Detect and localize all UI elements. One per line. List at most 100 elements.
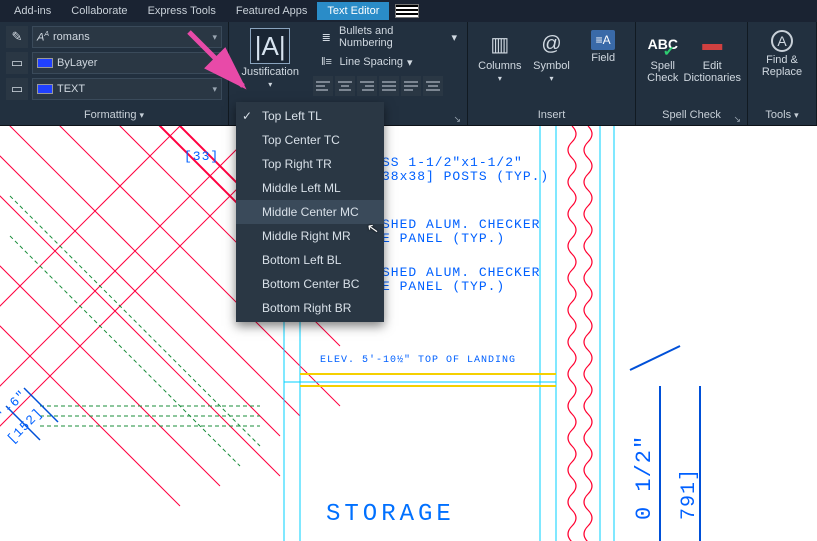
layer-combo[interactable]: ByLayer ▾	[32, 52, 222, 74]
justification-label: Justification	[241, 66, 298, 78]
panel-title-insert: Insert	[468, 105, 635, 125]
columns-label: Columns	[478, 60, 521, 72]
symbol-button[interactable]: @ Symbol ▾	[526, 26, 578, 83]
menu-item-bottom-right[interactable]: Bottom Right BR	[236, 296, 384, 320]
check-icon: ✓	[242, 109, 252, 123]
find-replace-label: Find & Replace	[762, 54, 802, 78]
chevron-down-icon: ▾	[550, 74, 554, 83]
find-replace-icon: A	[771, 30, 793, 52]
columns-icon: ▥	[486, 30, 514, 58]
align-distribute-button[interactable]	[401, 76, 421, 96]
find-replace-button[interactable]: A Find & Replace	[754, 26, 810, 78]
color-swatch-icon	[37, 58, 53, 68]
tab-express-tools[interactable]: Express Tools	[138, 2, 226, 20]
menu-item-top-center[interactable]: Top Center TC	[236, 128, 384, 152]
field-icon: ≡A	[591, 30, 615, 50]
cad-drawing: [33] SS 1-1/2"x1-1/2" 38x38] POSTS (TYP.…	[0, 126, 817, 541]
layer-name: ByLayer	[57, 57, 208, 69]
columns-button[interactable]: ▥ Columns ▾	[474, 26, 526, 83]
align-right-button[interactable]	[357, 76, 377, 96]
menu-item-middle-left[interactable]: Middle Left ML	[236, 176, 384, 200]
cad-text-alum2: E PANEL (TYP.)	[382, 231, 505, 246]
align-default-button[interactable]	[423, 76, 443, 96]
panel-title-label: Tools	[765, 109, 791, 121]
tab-collaborate[interactable]: Collaborate	[61, 2, 137, 20]
layer-icon[interactable]: ▭	[6, 52, 28, 74]
align-justify-button[interactable]	[379, 76, 399, 96]
chevron-down-icon: ▾	[498, 74, 502, 83]
menu-item-label: Top Center TC	[262, 133, 340, 147]
tab-text-editor[interactable]: Text Editor	[317, 2, 389, 20]
menu-item-bottom-left[interactable]: Bottom Left BL	[236, 248, 384, 272]
cursor-icon: ↖	[366, 219, 381, 238]
field-button[interactable]: ≡A Field	[577, 26, 629, 64]
tab-addins[interactable]: Add-ins	[4, 2, 61, 20]
cad-text-posts2: 38x38] POSTS (TYP.)	[382, 169, 549, 184]
match-icon[interactable]: ✎	[6, 26, 28, 48]
menu-item-label: Bottom Center BC	[262, 277, 359, 291]
cad-label-33: [33]	[184, 149, 219, 164]
spellcheck-button[interactable]: ABC✔ Spell Check	[642, 26, 684, 84]
chevron-down-icon: ▾	[212, 32, 217, 43]
dictionaries-button[interactable]: ▬ Edit Dictionaries	[684, 26, 741, 84]
chevron-down-icon: ▾	[268, 80, 272, 89]
symbol-icon: @	[538, 30, 566, 58]
menu-item-top-right[interactable]: Top Right TR	[236, 152, 384, 176]
book-icon: ▬	[698, 30, 726, 58]
style-icon[interactable]: ▭	[6, 78, 28, 100]
justification-menu: ✓Top Left TL Top Center TC Top Right TR …	[236, 102, 384, 322]
spellcheck-icon: ABC✔	[649, 30, 677, 58]
menu-item-top-left[interactable]: ✓ Top Left TL	[236, 104, 384, 128]
tab-featured-apps[interactable]: Featured Apps	[226, 2, 318, 20]
color-swatch-icon	[37, 84, 53, 94]
menu-item-label: Top Left TL	[262, 109, 322, 123]
chevron-down-icon: ▾	[794, 110, 799, 120]
chevron-down-icon: ▾	[212, 58, 217, 69]
symbol-label: Symbol	[533, 60, 570, 72]
ribbon-tabs: Add-ins Collaborate Express Tools Featur…	[0, 0, 817, 22]
menu-item-label: Middle Right MR	[262, 229, 351, 243]
dictionaries-label: Edit Dictionaries	[684, 60, 741, 84]
panel-formatting: ✎ ▭ ▭ AA romans ▾ ByLayer ▾ TEXT	[0, 22, 229, 125]
style-name: TEXT	[57, 83, 208, 95]
cad-text-elev: ELEV. 5'-10½" TOP OF LANDING	[320, 354, 516, 366]
linespacing-label: Line Spacing	[339, 56, 403, 68]
menu-item-middle-center[interactable]: Middle Center MC	[236, 200, 384, 224]
field-label: Field	[591, 52, 615, 64]
cad-text-alum1: SHED ALUM. CHECKER	[382, 217, 540, 232]
bullets-button[interactable]: ≣ Bullets and Numbering ▾	[313, 26, 461, 48]
style-combo[interactable]: TEXT ▾	[32, 78, 222, 100]
cad-text-posts1: SS 1-1/2"x1-1/2"	[382, 155, 523, 170]
ribbon: ✎ ▭ ▭ AA romans ▾ ByLayer ▾ TEXT	[0, 22, 817, 126]
bullets-label: Bullets and Numbering	[339, 25, 447, 49]
panel-spellcheck: ABC✔ Spell Check ▬ Edit Dictionaries Spe…	[636, 22, 748, 125]
menu-item-label: Bottom Left BL	[262, 253, 341, 267]
drawing-canvas[interactable]: [33] SS 1-1/2"x1-1/2" 38x38] POSTS (TYP.…	[0, 126, 817, 541]
linespacing-button[interactable]: ‖≡ Line Spacing ▾	[313, 51, 461, 73]
chevron-down-icon: ▾	[212, 84, 217, 95]
linespacing-icon: ‖≡	[317, 53, 335, 71]
panel-title-spellcheck: Spell Check↘	[636, 105, 747, 125]
spellcheck-label: Spell Check	[647, 60, 678, 84]
menu-item-label: Middle Left ML	[262, 181, 341, 195]
menu-item-label: Middle Center MC	[262, 205, 359, 219]
font-combo[interactable]: AA romans ▾	[32, 26, 222, 48]
panel-tools: A Find & Replace Tools▾	[748, 22, 817, 125]
chevron-down-icon: ▾	[140, 110, 145, 120]
panel-title-label: Formatting	[84, 109, 137, 121]
cad-text-alum4: E PANEL (TYP.)	[382, 279, 505, 294]
chevron-down-icon: ▾	[407, 56, 413, 69]
chevron-down-icon: ▾	[451, 31, 457, 44]
panel-title-formatting[interactable]: Formatting▾	[0, 105, 228, 125]
menu-item-middle-right[interactable]: Middle Right MR	[236, 224, 384, 248]
cad-text-storage: STORAGE	[326, 501, 455, 528]
align-left-button[interactable]	[313, 76, 333, 96]
cad-dim-right1: 0 1/2"	[632, 435, 657, 520]
panel-title-tools[interactable]: Tools▾	[748, 105, 816, 125]
cad-text-alum3: SHED ALUM. CHECKER	[382, 265, 540, 280]
hatch-swatch-icon[interactable]	[395, 4, 419, 18]
align-buttons	[313, 76, 461, 96]
justification-button[interactable]: |A| Justification ▾	[235, 26, 305, 89]
align-center-button[interactable]	[335, 76, 355, 96]
menu-item-bottom-center[interactable]: Bottom Center BC	[236, 272, 384, 296]
